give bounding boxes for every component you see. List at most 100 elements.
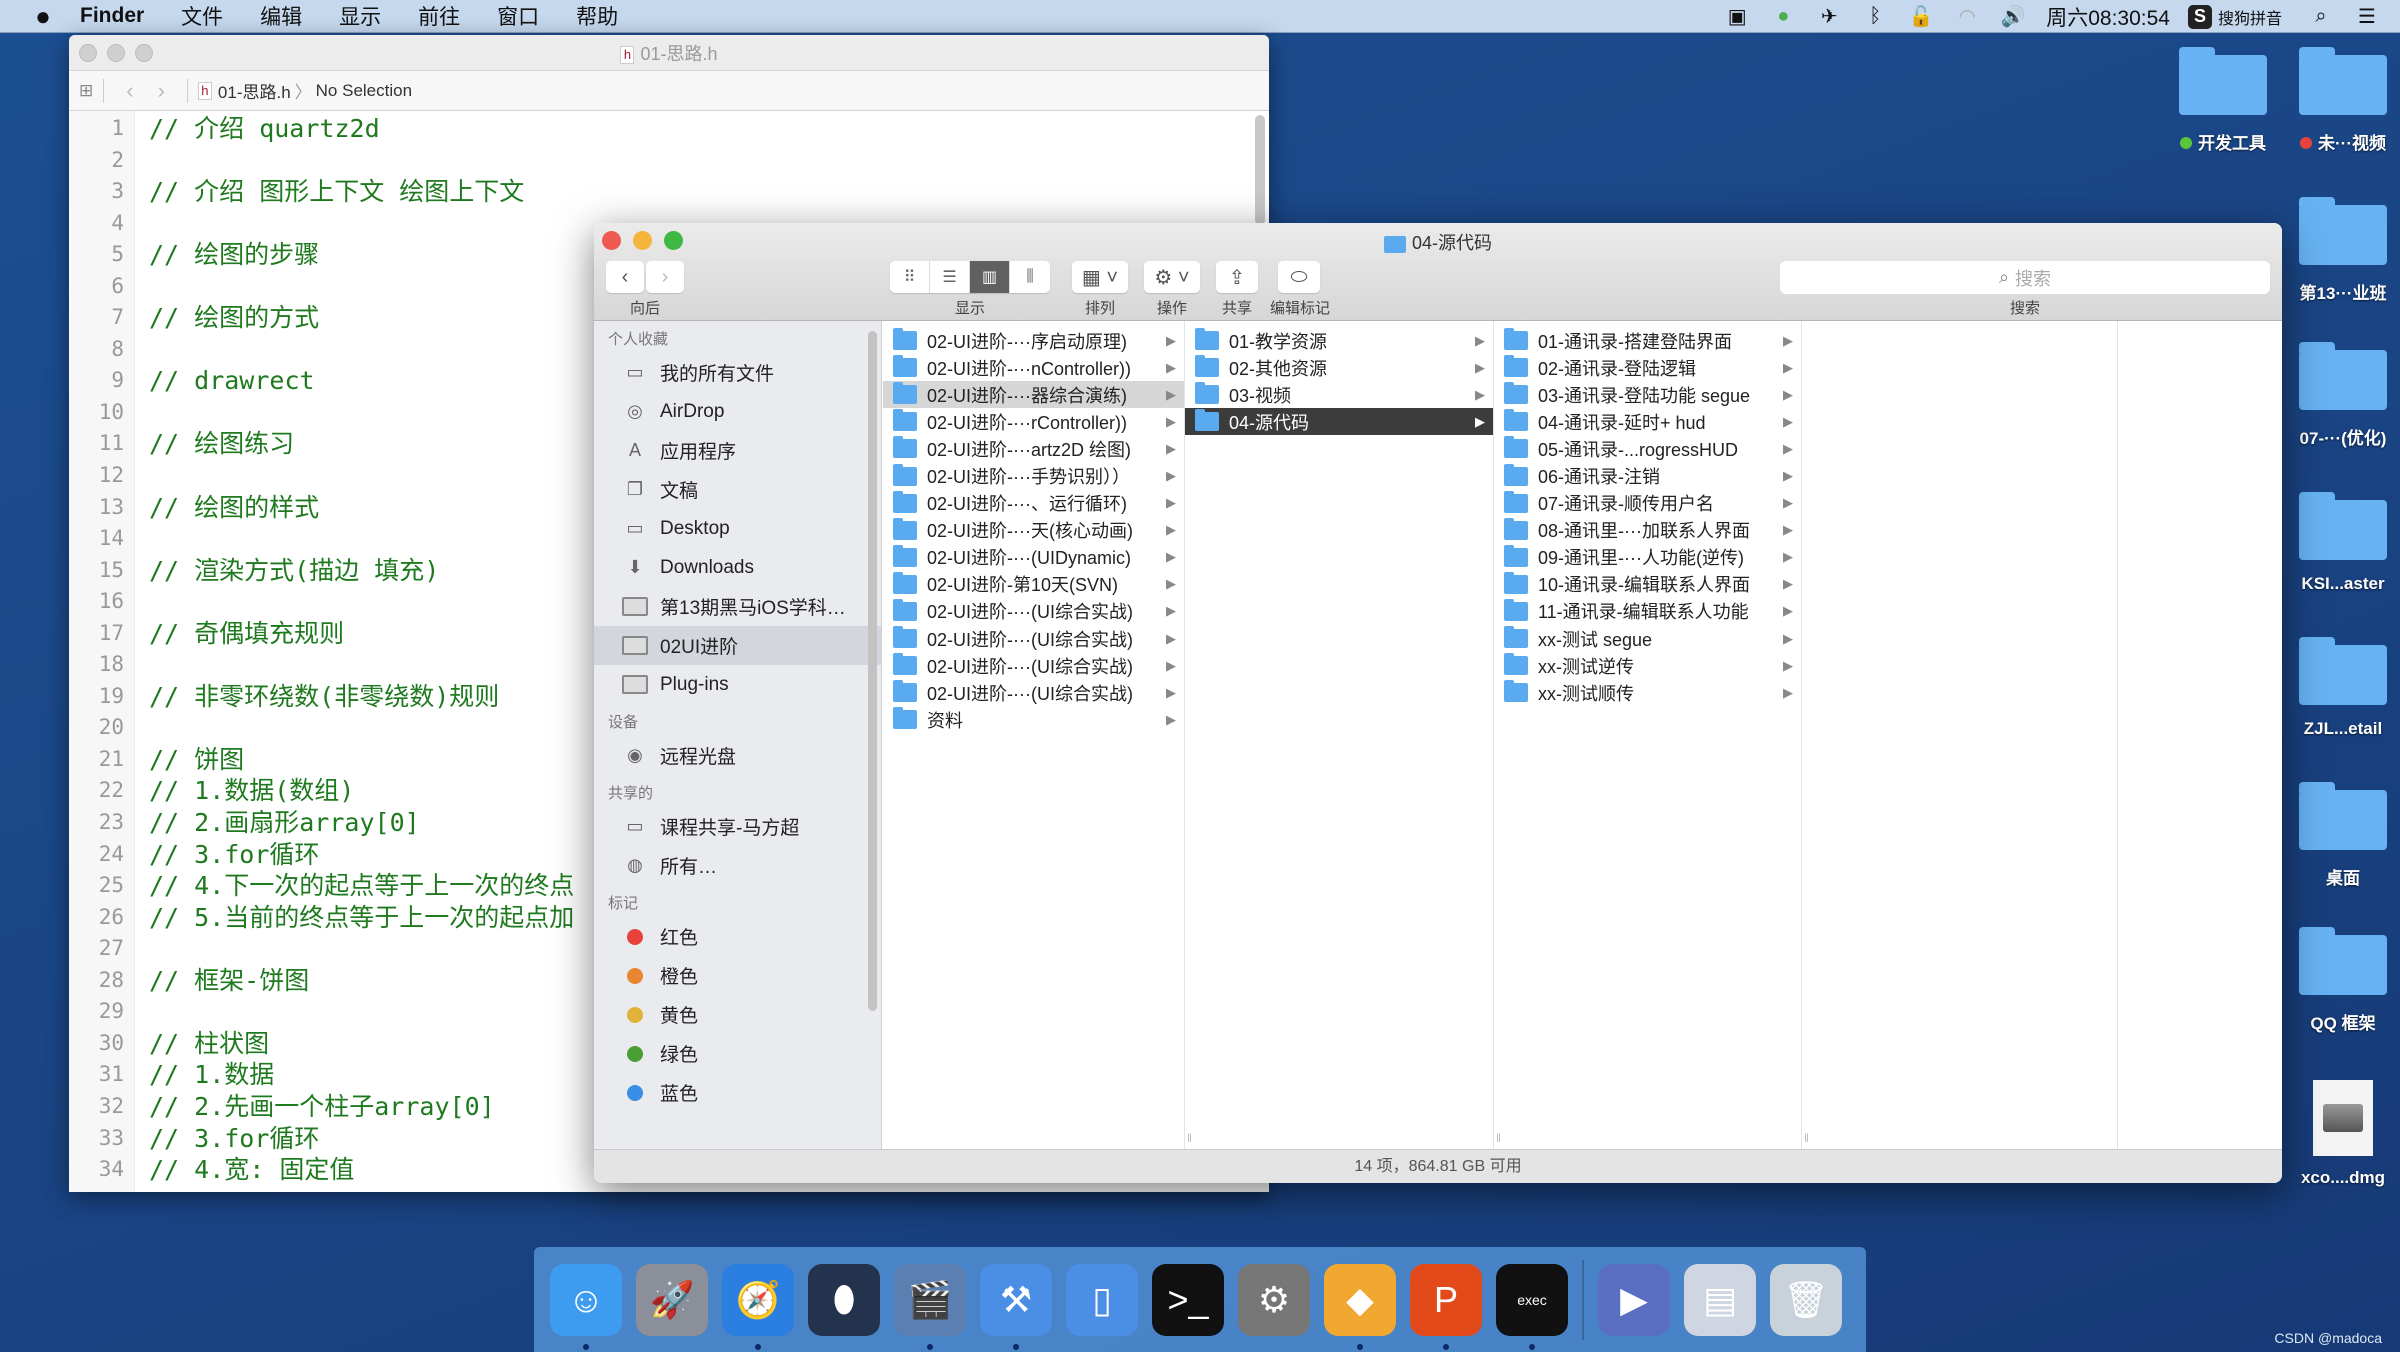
dock-xcode-icon[interactable]: ⚒ [980, 1263, 1052, 1350]
sidebar-item[interactable]: ❐ 文稿 [594, 470, 881, 509]
camera-record-icon[interactable]: ▣ [1724, 6, 1750, 28]
dock-mouse-app-icon[interactable]: ⬮ [808, 1263, 880, 1336]
dock-safari-icon[interactable]: 🧭 [722, 1263, 794, 1350]
folder-row[interactable]: 02-UI进阶-···(UI综合实战) ▶ [883, 652, 1184, 679]
folder-row[interactable]: 08-通讯里-···加联系人界面 ▶ [1494, 517, 1801, 544]
sidebar-item[interactable]: A 应用程序 [594, 431, 881, 470]
folder-row[interactable]: 02-UI进阶-···(UI综合实战) ▶ [883, 625, 1184, 652]
folder-row[interactable]: 11-通讯录-编辑联系人功能 ▶ [1494, 598, 1801, 625]
folder-row[interactable]: 04-通讯录-延时+ hud ▶ [1494, 408, 1801, 435]
edit-tags-button[interactable]: ⬭ [1278, 261, 1320, 293]
folder-row[interactable]: 02-UI进阶-···手势识别）） ▶ [883, 462, 1184, 489]
folder-row[interactable]: 02-UI进阶-第10天(SVN) ▶ [883, 571, 1184, 598]
folder-row[interactable]: 02-UI进阶-···序启动原理) ▶ [883, 327, 1184, 354]
jumpbar-file[interactable]: 01-思路.h [218, 78, 291, 103]
back-button[interactable]: ‹ [606, 261, 644, 293]
editor-scrollbar[interactable] [1255, 115, 1265, 225]
related-items-icon[interactable]: ⊞ [79, 81, 93, 101]
code-line[interactable] [149, 145, 1269, 177]
sidebar-item[interactable]: ▭ Desktop [594, 509, 881, 548]
desktop-icon[interactable]: 07-···(优化) [2288, 342, 2398, 449]
dock-finder-icon[interactable]: ☺ [550, 1263, 622, 1350]
spotlight-search-icon[interactable]: ⌕ [2308, 5, 2334, 28]
sidebar-item[interactable]: 蓝色 [594, 1073, 881, 1112]
code-line[interactable]: // 介绍 图形上下文 绘图上下文 [149, 176, 1269, 208]
folder-row[interactable]: xx-测试顺传 ▶ [1494, 679, 1801, 706]
dock-exec-icon[interactable]: exec [1496, 1263, 1568, 1350]
folder-row[interactable]: 资料 ▶ [883, 706, 1184, 733]
forward-arrow-icon[interactable]: › [158, 78, 165, 104]
dock-simulator-icon[interactable]: ▯ [1066, 1263, 1138, 1336]
dock-launchpad-icon[interactable]: 🚀 [636, 1263, 708, 1336]
play-circle-icon[interactable]: ● [1770, 5, 1796, 28]
dock-system-preferences-icon[interactable]: ⚙ [1238, 1263, 1310, 1336]
menu-help[interactable]: 帮助 [576, 1, 618, 31]
sidebar-item[interactable]: ⬇ Downloads [594, 548, 881, 587]
menu-edit[interactable]: 编辑 [260, 1, 302, 31]
menu-finder[interactable]: Finder [80, 4, 144, 28]
lock-icon[interactable]: 🔓 [1908, 6, 1934, 28]
folder-row[interactable]: 06-通讯录-注销 ▶ [1494, 462, 1801, 489]
folder-row[interactable]: 02-UI进阶-···(UI综合实战) ▶ [883, 598, 1184, 625]
wifi-icon[interactable]: ◠ [1954, 6, 1980, 28]
list-view-button[interactable]: ☰ [930, 261, 970, 293]
code-line[interactable]: // 介绍 quartz2d [149, 113, 1269, 145]
sidebar-item[interactable]: ◉ 远程光盘 [594, 736, 881, 775]
cover-flow-button[interactable]: ⫼ [1010, 261, 1050, 293]
action-button[interactable]: ⚙ ˅ [1144, 261, 1200, 293]
airplane-icon[interactable]: ✈ [1816, 6, 1842, 28]
menu-window[interactable]: 窗口 [497, 1, 539, 31]
share-button[interactable]: ⇪ [1216, 261, 1258, 293]
menu-view[interactable]: 显示 [339, 1, 381, 31]
sidebar-item[interactable]: 黄色 [594, 995, 881, 1034]
folder-row[interactable]: 02-通讯录-登陆逻辑 ▶ [1494, 354, 1801, 381]
clock[interactable]: 周六08:30:54 [2046, 2, 2170, 32]
notification-list-icon[interactable]: ☰ [2354, 6, 2380, 28]
apple-menu-icon[interactable]: ● [28, 1, 58, 32]
bluetooth-icon[interactable]: ᛒ [1862, 5, 1888, 28]
sidebar-item[interactable]: 绿色 [594, 1034, 881, 1073]
dock-keynote-p-icon[interactable]: P [1410, 1263, 1482, 1350]
sidebar-item[interactable]: ◍ 所有… [594, 846, 881, 885]
sidebar-item[interactable]: Plug-ins [594, 665, 881, 704]
sidebar-item[interactable]: ▭ 课程共享-马方超 [594, 807, 881, 846]
sidebar-item[interactable]: 红色 [594, 917, 881, 956]
input-method[interactable]: S 搜狗拼音 [2187, 4, 2282, 29]
desktop-icon[interactable]: 桌面 [2288, 782, 2398, 889]
icon-view-button[interactable]: ⠿ [890, 261, 930, 293]
desktop-icon[interactable]: 开发工具 [2168, 47, 2278, 154]
desktop-icon[interactable]: KSI...aster [2288, 492, 2398, 594]
sidebar-item[interactable]: ▭ 我的所有文件 [594, 353, 881, 392]
search-field[interactable]: ⌕ 搜索 [1780, 261, 2270, 294]
folder-row[interactable]: 03-通讯录-登陆功能 segue ▶ [1494, 381, 1801, 408]
desktop-icon[interactable]: 第13···业班 [2288, 197, 2398, 304]
folder-row[interactable]: 02-UI进阶-···天(核心动画) ▶ [883, 517, 1184, 544]
folder-row[interactable]: 10-通讯录-编辑联系人界面 ▶ [1494, 571, 1801, 598]
back-arrow-icon[interactable]: ‹ [126, 78, 133, 104]
desktop-icon[interactable]: 未···视频 [2288, 47, 2398, 154]
folder-row[interactable]: 02-UI进阶-···器综合演练) ▶ [883, 381, 1184, 409]
arrange-button[interactable]: ▦ ˅ [1072, 261, 1128, 293]
folder-row[interactable]: 02-UI进阶-···artz2D 绘图) ▶ [883, 435, 1184, 462]
folder-row[interactable]: 05-通讯录-...rogressHUD ▶ [1494, 435, 1801, 462]
volume-icon[interactable]: 🔊 [2000, 6, 2026, 28]
folder-row[interactable]: 02-其他资源 ▶ [1185, 354, 1493, 381]
desktop-icon[interactable]: QQ 框架 [2288, 927, 2398, 1034]
folder-row[interactable]: 07-通讯录-顺传用户名 ▶ [1494, 490, 1801, 517]
jumpbar-selection[interactable]: No Selection [316, 81, 412, 101]
folder-row[interactable]: 01-通讯录-搭建登陆界面 ▶ [1494, 327, 1801, 354]
folder-row[interactable]: 01-教学资源 ▶ [1185, 327, 1493, 354]
folder-row[interactable]: 02-UI进阶-···rController)) ▶ [883, 408, 1184, 435]
dock-preview-doc-icon[interactable]: ▤ [1684, 1263, 1756, 1336]
folder-row[interactable]: 02-UI进阶-···(UI综合实战) ▶ [883, 679, 1184, 706]
dock-media-player-icon[interactable]: ▶ [1598, 1263, 1670, 1336]
sidebar-item[interactable]: 第13期黑马iOS学科… [594, 587, 881, 626]
folder-row[interactable]: 02-UI进阶-···、运行循环) ▶ [883, 490, 1184, 517]
menu-file[interactable]: 文件 [181, 1, 223, 31]
dock-terminal-icon[interactable]: >_ [1152, 1263, 1224, 1336]
sidebar-item[interactable]: 橙色 [594, 956, 881, 995]
column-view-button[interactable]: ▥ [970, 261, 1010, 293]
folder-row[interactable]: 02-UI进阶-···(UIDynamic) ▶ [883, 544, 1184, 571]
folder-row[interactable]: xx-测试 segue ▶ [1494, 625, 1801, 652]
dock-screenflow-icon[interactable]: 🎬 [894, 1263, 966, 1350]
